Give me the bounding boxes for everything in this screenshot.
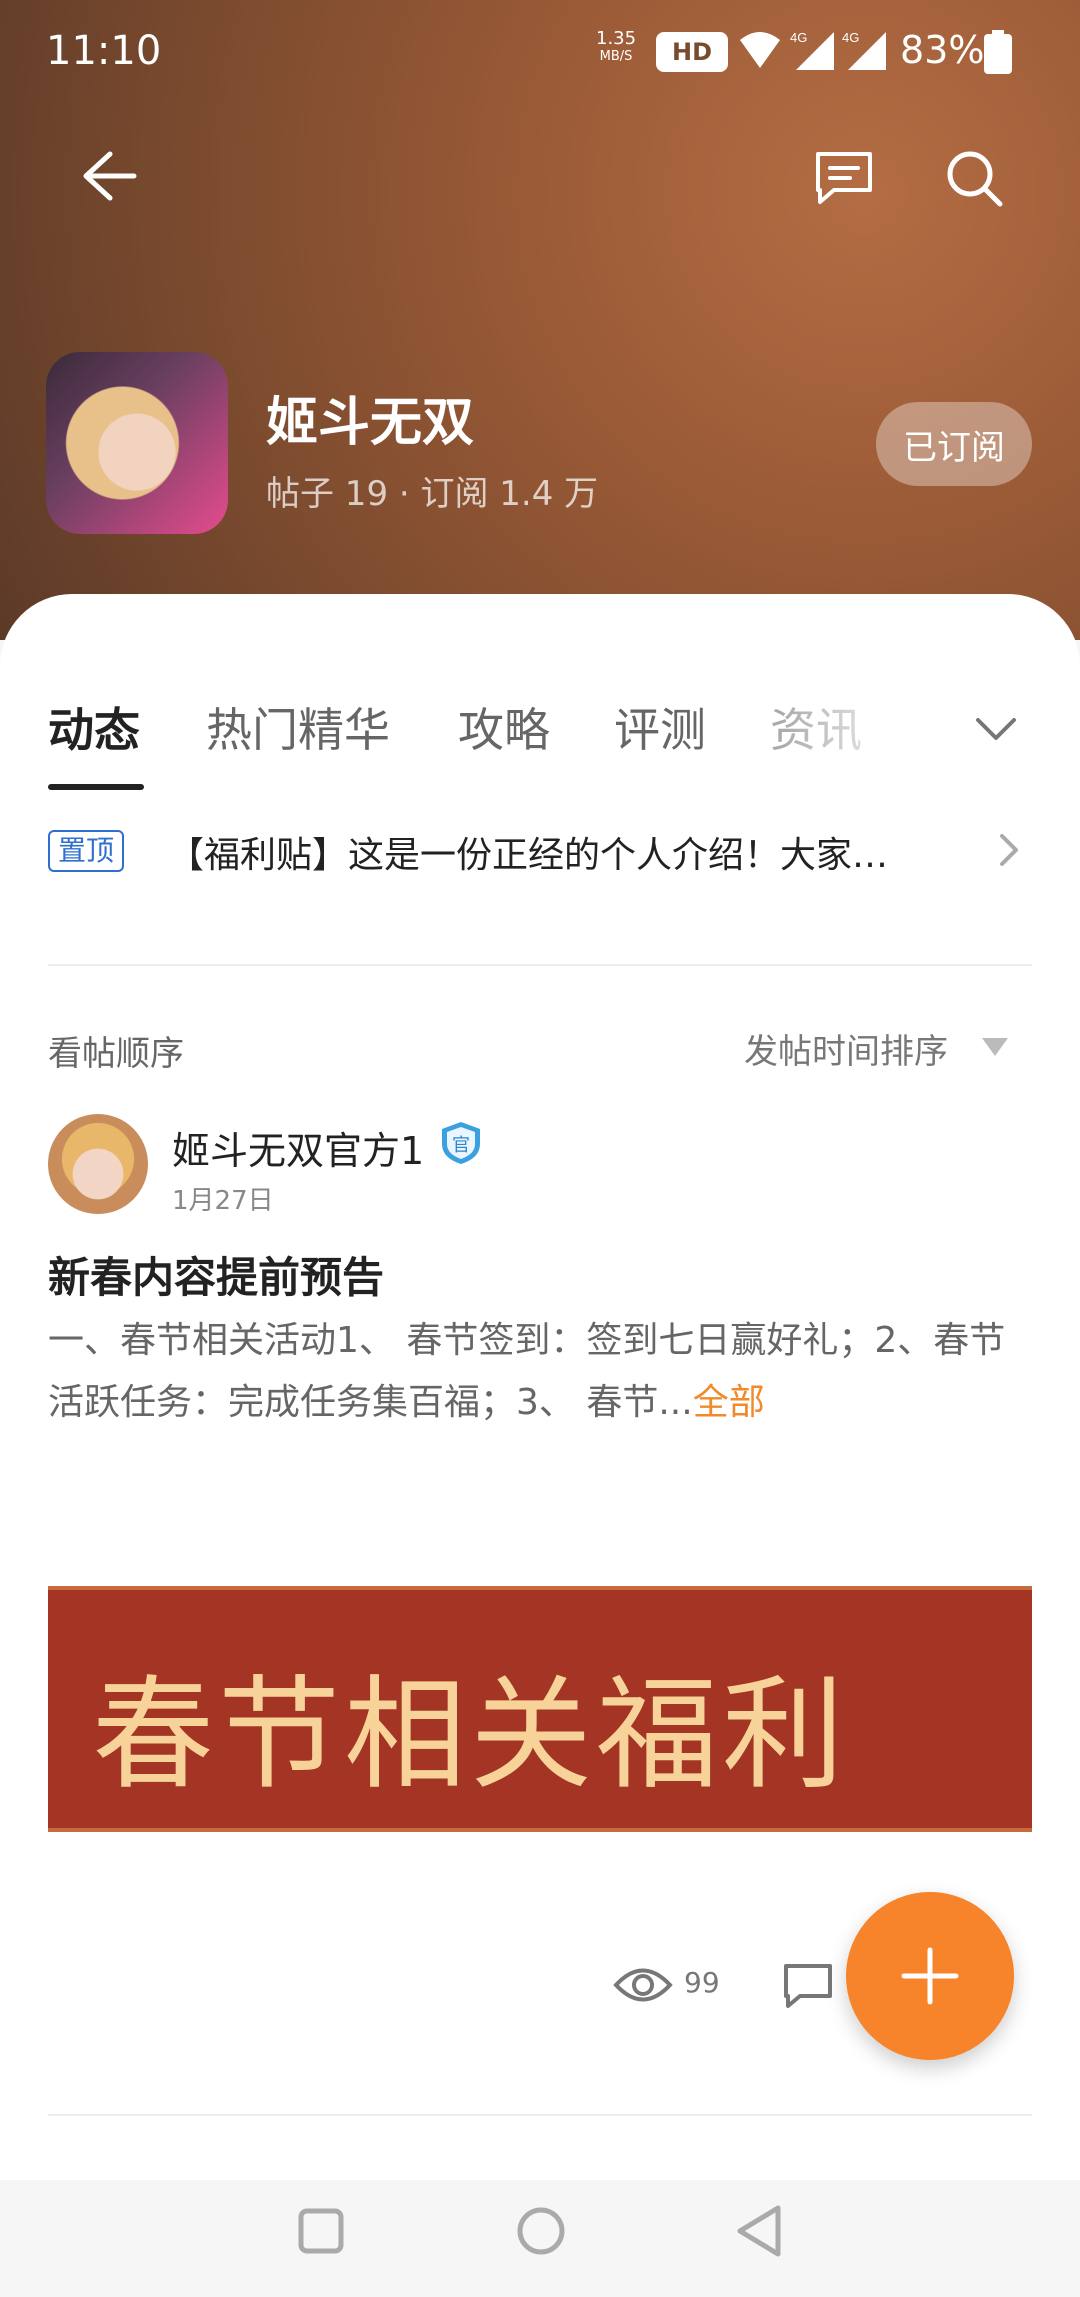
signal-4g-icon: 4G <box>842 30 886 70</box>
back-arrow-icon[interactable] <box>70 146 140 206</box>
tab-reviews[interactable]: 评测 <box>614 694 706 760</box>
pinned-badge: 置顶 <box>48 830 125 872</box>
sort-dropdown[interactable]: 发帖时间排序 <box>744 1024 948 1073</box>
view-count: 99 <box>684 1966 720 1999</box>
game-stats: 帖子 19 · 订阅 1.4 万 <box>266 474 599 514</box>
author-name[interactable]: 姬斗无双官方1 <box>172 1120 424 1175</box>
network-speed-value: 1.35 <box>596 28 637 49</box>
battery-icon <box>984 30 1012 74</box>
tab-fade <box>780 684 920 794</box>
official-badge-icon: 官 <box>442 1122 480 1164</box>
search-icon[interactable] <box>944 148 1004 208</box>
eye-icon <box>613 1968 673 2002</box>
read-more-link[interactable]: 全部 <box>693 1382 765 1423</box>
comment-icon[interactable] <box>782 1962 834 2010</box>
sort-row: 看帖顺序 发帖时间排序 <box>0 1014 1080 1104</box>
signal-4g-icon: 4G <box>790 30 834 70</box>
game-header: 11:10 1.35 MB/S HD 4G 4G 83% 姬斗无双 帖子 19 … <box>0 0 1080 640</box>
tab-bar: 动态 热门精华 攻略 评测 资讯 <box>0 594 1080 794</box>
tab-indicator <box>48 784 144 790</box>
chevron-down-icon[interactable] <box>968 700 1024 756</box>
svg-text:4G: 4G <box>790 30 807 45</box>
chevron-right-icon <box>1000 834 1018 866</box>
official-badge-text: 官 <box>452 1135 470 1156</box>
network-speed-unit: MB/S <box>599 49 633 64</box>
system-nav-bar <box>0 2180 1080 2297</box>
back-icon[interactable] <box>734 2204 784 2258</box>
tab-guides[interactable]: 攻略 <box>458 694 550 760</box>
author-avatar[interactable] <box>48 1114 148 1214</box>
tab-hot[interactable]: 热门精华 <box>206 694 390 760</box>
post-body[interactable]: 一、春节相关活动1、 春节签到：签到七日赢好礼；2、春节活跃任务：完成任务集百福… <box>48 1310 1032 1434</box>
svg-text:4G: 4G <box>842 30 859 45</box>
network-speed: 1.35 MB/S <box>596 30 636 66</box>
banner-text: 春节相关福利 <box>92 1664 848 1806</box>
wifi-icon <box>740 32 780 68</box>
clock: 11:10 <box>46 28 162 74</box>
battery-percent: 83% <box>900 28 985 72</box>
post-image[interactable]: 春节相关福利 <box>48 1568 1032 1842</box>
game-title: 姬斗无双 <box>266 393 475 453</box>
pinned-text: 【福利贴】这是一份正经的个人介绍！大家… <box>168 835 889 876</box>
recent-apps-icon[interactable] <box>298 2208 344 2254</box>
status-bar: 11:10 1.35 MB/S HD 4G 4G 83% <box>0 0 1080 100</box>
tab-dynamics[interactable]: 动态 <box>48 694 140 760</box>
post-body-text: 一、春节相关活动1、 春节签到：签到七日赢好礼；2、春节活跃任务：完成任务集百福… <box>48 1320 1006 1423</box>
divider <box>48 964 1032 966</box>
pinned-post[interactable]: 置顶 【福利贴】这是一份正经的个人介绍！大家… <box>48 818 1032 888</box>
post-date: 1月27日 <box>172 1186 274 1216</box>
home-icon[interactable] <box>516 2206 566 2256</box>
create-post-button[interactable] <box>846 1892 1014 2060</box>
hd-icon: HD <box>656 32 728 72</box>
message-icon[interactable] <box>812 148 876 208</box>
caret-down-icon[interactable] <box>980 1036 1010 1058</box>
sort-label: 看帖顺序 <box>48 1034 184 1074</box>
banner-background: 春节相关福利 <box>48 1586 1032 1832</box>
divider <box>48 2114 1032 2116</box>
game-app-icon[interactable] <box>46 352 228 534</box>
subscribe-button[interactable]: 已订阅 <box>876 402 1032 486</box>
post-title[interactable]: 新春内容提前预告 <box>48 1244 384 1305</box>
